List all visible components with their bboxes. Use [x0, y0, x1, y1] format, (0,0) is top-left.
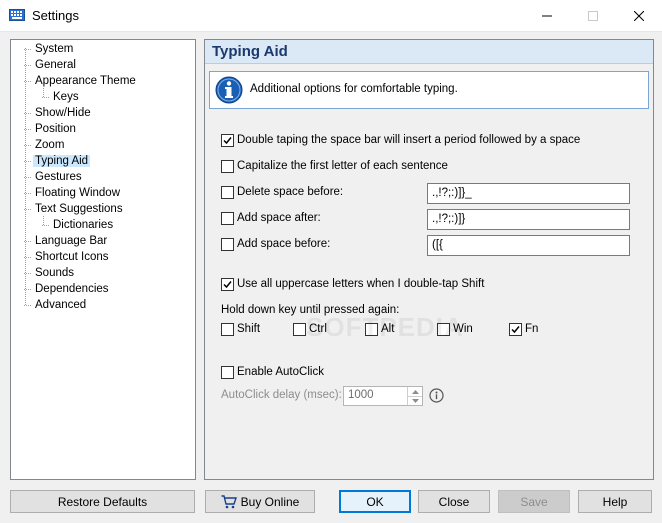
maximize-button[interactable]	[570, 0, 616, 31]
ok-label: OK	[366, 494, 384, 509]
maximize-icon	[588, 10, 598, 21]
tree-item-label: Show/Hide	[35, 107, 91, 119]
help-button[interactable]: Help	[578, 490, 652, 513]
tree-item-keys[interactable]: Keys	[42, 89, 81, 105]
info-circle-icon[interactable]	[429, 388, 444, 403]
tree-item-label: Floating Window	[35, 187, 121, 199]
tree-item-label: Zoom	[35, 139, 65, 151]
info-icon	[215, 76, 243, 104]
fn-label[interactable]: Fn	[525, 323, 538, 335]
watermark: SOFTPEDIA	[306, 312, 464, 342]
tree-item-advanced[interactable]: Advanced	[24, 297, 88, 313]
shopping-cart-icon	[221, 494, 237, 508]
tree-item-label: Dictionaries	[53, 219, 114, 231]
tree-item-typing-aid[interactable]: Typing Aid	[24, 153, 91, 169]
panel-header: Typing Aid	[205, 40, 653, 64]
tree-item-label: Appearance Theme	[35, 75, 136, 87]
tree-item-label: General	[35, 59, 76, 71]
settings-tree[interactable]: System General Appearance Theme Keys Sho…	[10, 39, 196, 480]
ok-button[interactable]: OK	[339, 490, 411, 513]
tree-item-sounds[interactable]: Sounds	[24, 265, 76, 281]
capitalize-label[interactable]: Capitalize the first letter of each sent…	[237, 160, 448, 172]
tree-item-zoom[interactable]: Zoom	[24, 137, 66, 153]
capitalize-checkbox[interactable]	[221, 160, 234, 173]
tree-item-dictionaries[interactable]: Dictionaries	[42, 217, 115, 233]
delete-space-before-checkbox[interactable]	[221, 186, 234, 199]
close-label: Close	[438, 494, 470, 509]
typing-aid-panel: Typing Aid Additional options for comfor…	[204, 39, 654, 480]
keyboard-icon	[9, 9, 25, 21]
help-label: Help	[602, 494, 628, 509]
buy-online-label: Buy Online	[240, 494, 300, 509]
tree-item-appearance-theme[interactable]: Appearance Theme	[24, 73, 138, 89]
tree-item-position[interactable]: Position	[24, 121, 78, 137]
save-button[interactable]: Save	[498, 490, 570, 513]
chevron-down-icon	[411, 399, 419, 403]
tree-item-label: Keys	[53, 91, 79, 103]
tree-item-gestures[interactable]: Gestures	[24, 169, 84, 185]
uppercase-label[interactable]: Use all uppercase letters when I double-…	[237, 278, 484, 290]
fn-checkbox[interactable]	[509, 323, 522, 336]
shift-label[interactable]: Shift	[237, 323, 260, 335]
autoclick-delay-label: AutoClick delay (msec):	[221, 389, 342, 401]
tree-item-show-hide[interactable]: Show/Hide	[24, 105, 93, 121]
checkmark-icon	[223, 281, 232, 289]
save-label: Save	[520, 494, 548, 509]
add-space-before-input[interactable]: ([{	[427, 235, 630, 256]
tree-item-label: Shortcut Icons	[35, 251, 109, 263]
tree-item-label: Gestures	[35, 171, 82, 183]
minimize-button[interactable]	[524, 0, 570, 31]
tree-connector-line	[43, 216, 44, 225]
add-space-before-label[interactable]: Add space before:	[237, 238, 330, 250]
autoclick-label[interactable]: Enable AutoClick	[237, 366, 324, 378]
tree-item-text-suggestions[interactable]: Text Suggestions	[24, 201, 125, 217]
chevron-up-icon	[411, 389, 419, 394]
spin-up-button[interactable]	[407, 387, 422, 396]
double-space-label[interactable]: Double taping the space bar will insert …	[237, 134, 580, 146]
tree-item-label: Text Suggestions	[35, 203, 123, 215]
tree-item-floating-window[interactable]: Floating Window	[24, 185, 122, 201]
tree-item-general[interactable]: General	[24, 57, 78, 73]
spin-down-button[interactable]	[407, 396, 422, 405]
tree-item-label: Dependencies	[35, 283, 109, 295]
info-text: Additional options for comfortable typin…	[250, 83, 458, 95]
add-space-after-input[interactable]: .,!?;:)]}	[427, 209, 630, 230]
tree-item-system[interactable]: System	[24, 41, 75, 57]
autoclick-delay-spinner[interactable]: 1000	[343, 386, 423, 406]
ctrl-checkbox[interactable]	[293, 323, 306, 336]
delete-space-before-input[interactable]: .,!?;:)]}_	[427, 183, 630, 204]
window-title: Settings	[32, 8, 79, 23]
close-icon	[634, 10, 644, 21]
close-window-button[interactable]	[616, 0, 662, 31]
tree-item-dependencies[interactable]: Dependencies	[24, 281, 111, 297]
add-space-after-checkbox[interactable]	[221, 212, 234, 225]
tree-item-label: Advanced	[35, 299, 87, 311]
tree-item-label: Typing Aid	[33, 155, 91, 167]
buy-online-button[interactable]: Buy Online	[205, 490, 315, 513]
checkmark-icon	[223, 137, 232, 145]
tree-item-shortcut-icons[interactable]: Shortcut Icons	[24, 249, 111, 265]
autoclick-checkbox[interactable]	[221, 366, 234, 379]
uppercase-checkbox[interactable]	[221, 278, 234, 291]
restore-defaults-button[interactable]: Restore Defaults	[10, 490, 195, 513]
shift-checkbox[interactable]	[221, 323, 234, 336]
tree-item-label: Position	[35, 123, 76, 135]
add-space-after-label[interactable]: Add space after:	[237, 212, 321, 224]
autoclick-delay-value[interactable]: 1000	[348, 389, 374, 401]
tree-connector-line	[43, 88, 44, 97]
info-box: Additional options for comfortable typin…	[209, 71, 649, 109]
tree-item-language-bar[interactable]: Language Bar	[24, 233, 109, 249]
minimize-icon	[542, 15, 552, 16]
panel-title: Typing Aid	[212, 43, 288, 60]
title-bar: Settings	[0, 0, 662, 32]
tree-item-label: Sounds	[35, 267, 75, 279]
tree-item-label: Language Bar	[35, 235, 108, 247]
checkmark-icon	[511, 326, 520, 334]
restore-defaults-label: Restore Defaults	[57, 494, 148, 509]
double-space-checkbox[interactable]	[221, 134, 234, 147]
close-button[interactable]: Close	[418, 490, 490, 513]
add-space-before-checkbox[interactable]	[221, 238, 234, 251]
tree-item-label: System	[35, 43, 74, 55]
delete-space-before-label[interactable]: Delete space before:	[237, 186, 343, 198]
